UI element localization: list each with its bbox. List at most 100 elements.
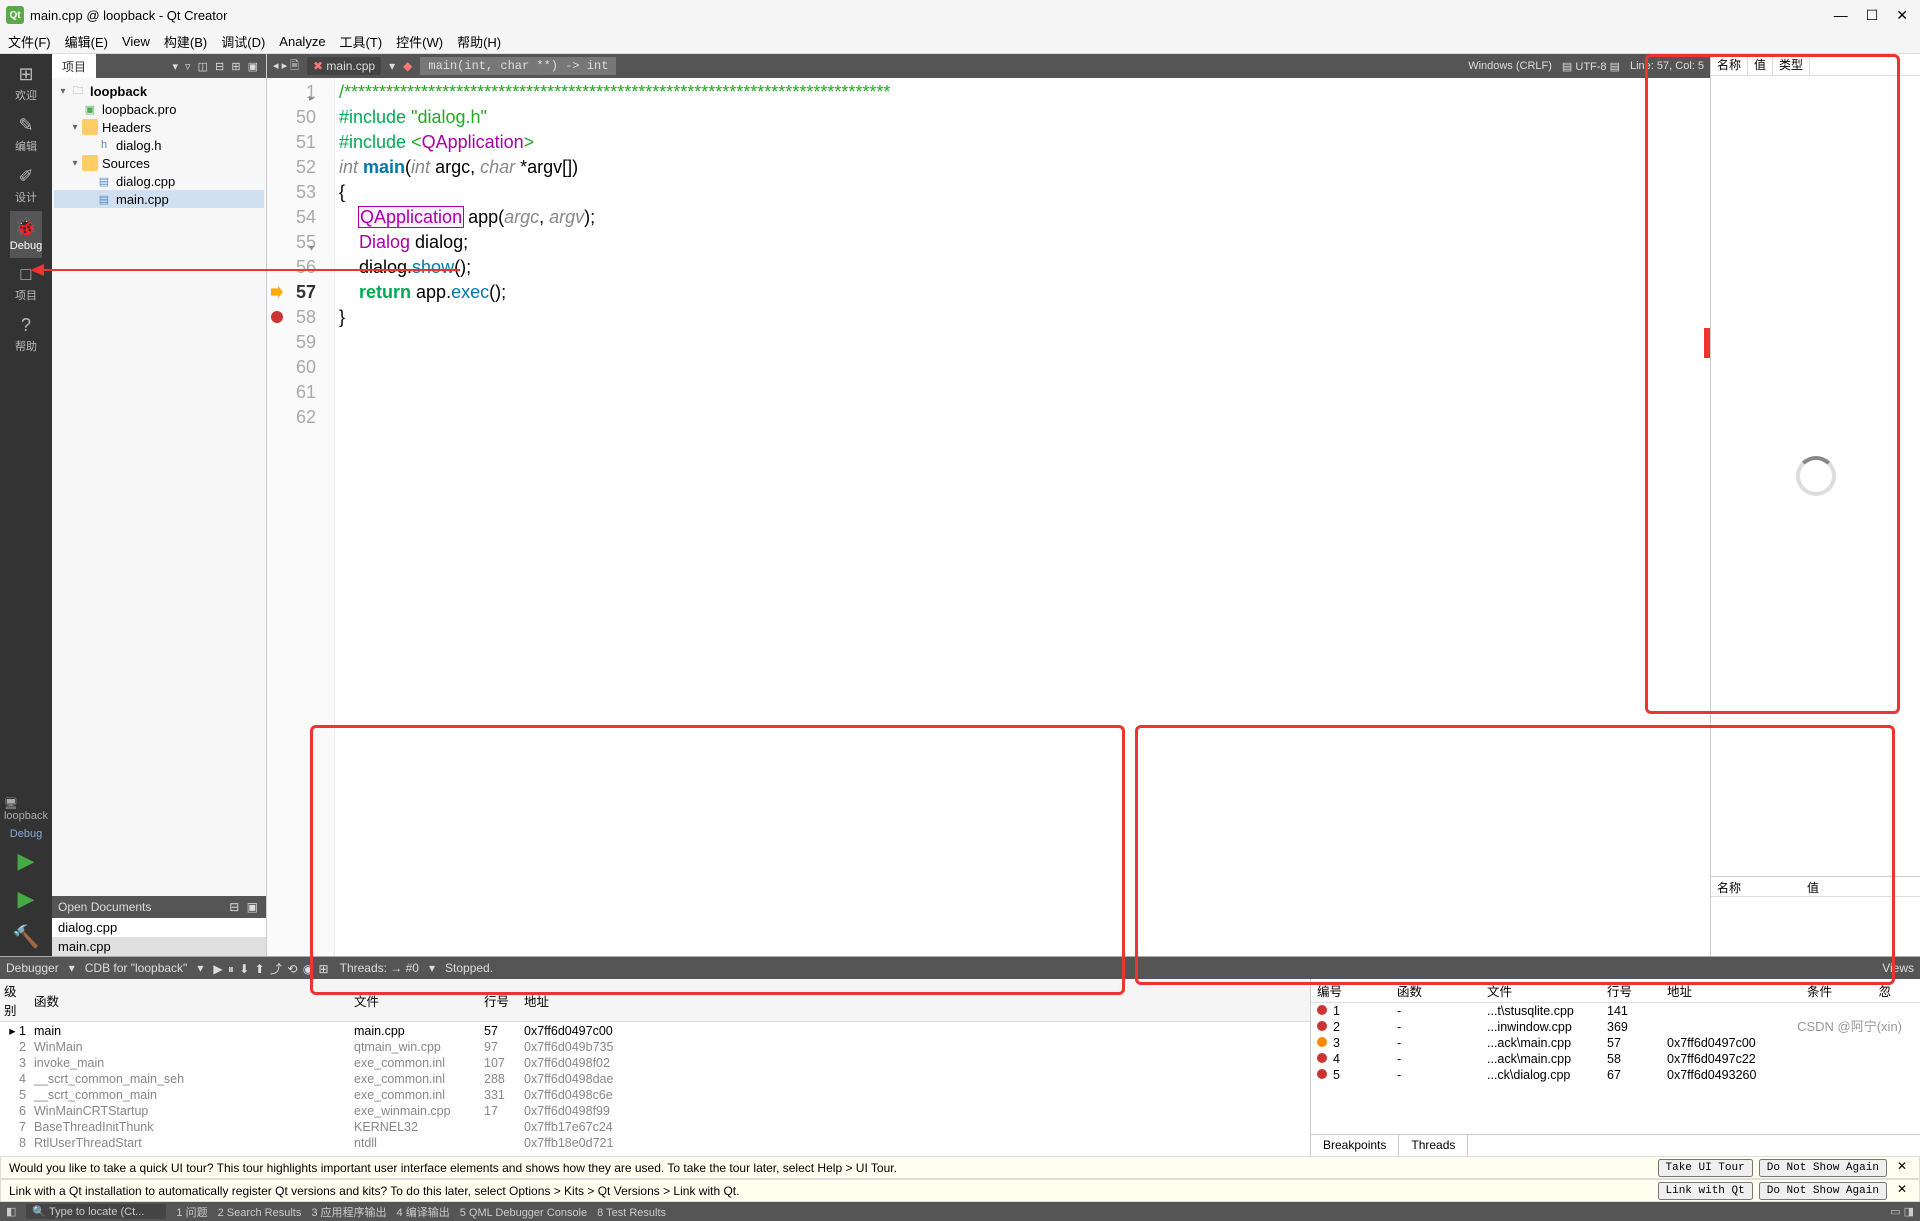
bp-col[interactable]: 函数 (1391, 979, 1481, 1003)
bp-col[interactable]: 行号 (1601, 979, 1661, 1003)
debugger-kit: CDB for "loopback" (85, 961, 188, 975)
threads-selector[interactable]: Threads: → #0 (340, 961, 419, 975)
project-toolbar[interactable]: ▾ ▿ ◫ ⊟ ⊞ ▣ (172, 60, 266, 73)
output-tab[interactable]: 1 问题 (176, 1207, 207, 1219)
debug-run-button[interactable]: ▶ (18, 886, 35, 912)
mode-Debug[interactable]: 🐞Debug (10, 211, 42, 258)
stack-view[interactable]: 级别函数文件行号地址▸ 1mainmain.cpp570x7ff6d0497c0… (0, 979, 1310, 1156)
breakpoint-row[interactable]: 5-...ck\dialog.cpp670x7ff6d0493260 (1311, 1067, 1920, 1083)
menu-item[interactable]: 编辑(E) (65, 32, 108, 51)
tab-threads[interactable]: Threads (1399, 1135, 1468, 1156)
output-tab[interactable]: 4 编译输出 (397, 1207, 450, 1219)
dismiss-button[interactable]: Do Not Show Again (1759, 1159, 1887, 1177)
stack-row[interactable]: 3invoke_mainexe_common.inl1070x7ff6d0498… (0, 1055, 1310, 1071)
output-tab[interactable]: 8 Test Results (597, 1207, 666, 1219)
monitor-icon: 🖥 (4, 798, 18, 810)
mode-设计[interactable]: ✐设计 (10, 160, 42, 211)
stack-row[interactable]: ▸ 1mainmain.cpp570x7ff6d0497c00 (0, 1022, 1310, 1040)
open-doc-item[interactable]: dialog.cpp (52, 918, 266, 937)
menu-item[interactable]: 控件(W) (396, 32, 443, 51)
close-icon[interactable]: ✕ (1893, 1182, 1911, 1200)
infobar-link-qt: Link with a Qt installation to automatic… (0, 1179, 1920, 1202)
breakpoints-view[interactable]: 编号函数文件行号地址条件忽1-...t\stusqlite.cpp1412-..… (1311, 979, 1920, 1134)
breakpoint-row[interactable]: 4-...ack\main.cpp580x7ff6d0497c22 (1311, 1051, 1920, 1067)
mode-编辑[interactable]: ✎编辑 (10, 109, 42, 160)
stack-row[interactable]: 2WinMainqtmain_win.cpp970x7ff6d049b735 (0, 1039, 1310, 1055)
function-selector[interactable]: main(int, char **) -> int (420, 57, 616, 75)
bp-col[interactable]: 文件 (1481, 979, 1601, 1003)
info-message: Link with a Qt installation to automatic… (9, 1184, 739, 1198)
link-qt-button[interactable]: Link with Qt (1658, 1182, 1753, 1200)
stack-row[interactable]: 8RtlUserThreadStartntdll0x7ffb18e0d721 (0, 1135, 1310, 1151)
bp-col[interactable]: 地址 (1661, 979, 1801, 1003)
project-tab[interactable]: 项目 (52, 54, 96, 78)
stack-row[interactable]: 7BaseThreadInitThunkKERNEL320x7ffb17e67c… (0, 1119, 1310, 1135)
dismiss-button[interactable]: Do Not Show Again (1759, 1182, 1887, 1200)
stack-row[interactable]: 5__scrt_common_mainexe_common.inl3310x7f… (0, 1087, 1310, 1103)
menu-item[interactable]: 调试(D) (221, 32, 265, 51)
stack-row[interactable]: 6WinMainCRTStartupexe_winmain.cpp170x7ff… (0, 1103, 1310, 1119)
code-editor[interactable]: ▸15051525354▾5556575859606162 /*********… (267, 78, 1710, 956)
loading-spinner-icon (1796, 456, 1836, 496)
build-button[interactable]: 🔨 (12, 924, 39, 950)
tree-sources-folder[interactable]: ▾Sources (54, 154, 264, 172)
tree-headers-folder[interactable]: ▾Headers (54, 118, 264, 136)
line-ending[interactable]: Windows (CRLF) (1468, 60, 1552, 73)
info-message: Would you like to take a quick UI tour? … (9, 1161, 897, 1175)
cursor-position[interactable]: Line: 57, Col: 5 (1630, 60, 1704, 73)
output-tab[interactable]: 5 QML Debugger Console (460, 1207, 587, 1219)
locator-input[interactable]: 🔍 Type to locate (Ct... (26, 1204, 166, 1219)
stack-col[interactable]: 地址 (520, 979, 1310, 1022)
menu-item[interactable]: 帮助(H) (457, 32, 501, 51)
output-tab[interactable]: 2 Search Results (218, 1207, 302, 1219)
kit-selector[interactable]: 🖥 loopback (4, 793, 48, 826)
debugger-step-buttons[interactable]: ▶ ⏸ ⬇ ⬆ ⤴ ⟲ ◉ ⊞ (213, 960, 329, 977)
minimize-button[interactable]: — (1834, 7, 1848, 24)
stack-col[interactable]: 行号 (480, 979, 520, 1022)
menu-item[interactable]: 构建(B) (164, 32, 207, 51)
editor-filename[interactable]: ✖ main.cpp (307, 57, 381, 75)
stack-row[interactable]: 4__scrt_common_main_sehexe_common.inl288… (0, 1071, 1310, 1087)
open-documents-header: Open Documents ⊟ ▣ (52, 896, 266, 918)
stack-col[interactable]: 函数 (30, 979, 350, 1022)
stack-col[interactable]: 文件 (350, 979, 480, 1022)
run-button[interactable]: ▶ (18, 848, 35, 874)
mode-欢迎[interactable]: ⊞欢迎 (10, 58, 42, 109)
mode-icon: 🐞 (10, 217, 42, 238)
maximize-button[interactable]: ☐ (1866, 7, 1879, 24)
build-config[interactable]: Debug (10, 826, 42, 842)
close-button[interactable]: ✕ (1896, 7, 1908, 24)
tree-root[interactable]: ▾🗀loopback (54, 82, 264, 100)
menu-item[interactable]: 文件(F) (8, 32, 51, 51)
bp-col[interactable]: 条件 (1801, 979, 1873, 1003)
tree-source-file[interactable]: ▤main.cpp (54, 190, 264, 208)
debugger-state: Stopped. (445, 961, 493, 975)
open-doc-item[interactable]: main.cpp (52, 937, 266, 956)
progress-icon[interactable]: ▭ ◨ (1890, 1205, 1914, 1218)
open-docs-tools[interactable]: ⊟ ▣ (229, 900, 260, 914)
tab-breakpoints[interactable]: Breakpoints (1311, 1135, 1399, 1156)
dropdown-icon[interactable]: ▾ (389, 59, 395, 73)
charset[interactable]: ▤ UTF-8 ▤ (1562, 60, 1620, 73)
stack-col[interactable]: 级别 (0, 979, 30, 1022)
bp-col[interactable]: 忽 (1873, 979, 1920, 1003)
output-tab[interactable]: 3 应用程序输出 (311, 1207, 386, 1219)
take-tour-button[interactable]: Take UI Tour (1658, 1159, 1753, 1177)
menu-item[interactable]: View (122, 34, 150, 49)
bp-col[interactable]: 编号 (1311, 979, 1391, 1003)
menu-item[interactable]: 工具(T) (340, 32, 383, 51)
editor-nav[interactable]: ◂ ▸ 🗎 (273, 57, 299, 76)
debugger-label[interactable]: Debugger (6, 961, 59, 975)
sidebar-toggle-icon[interactable]: ◧ (6, 1205, 16, 1218)
breakpoint-row[interactable]: 3-...ack\main.cpp570x7ff6d0497c00 (1311, 1035, 1920, 1051)
close-icon[interactable]: ✕ (1893, 1159, 1911, 1177)
menu-item[interactable]: Analyze (279, 34, 325, 49)
tree-header-file[interactable]: hdialog.h (54, 136, 264, 154)
views-label[interactable]: Views (1882, 961, 1914, 975)
tree-pro-file[interactable]: ▣loopback.pro (54, 100, 264, 118)
tree-source-file[interactable]: ▤dialog.cpp (54, 172, 264, 190)
watermark: CSDN @阿宁(xin) (1797, 1016, 1902, 1035)
locals-pane: 名称 值 类型 名称 值 (1710, 54, 1920, 956)
mode-帮助[interactable]: ?帮助 (10, 309, 42, 360)
mode-项目[interactable]: □项目 (10, 258, 42, 309)
